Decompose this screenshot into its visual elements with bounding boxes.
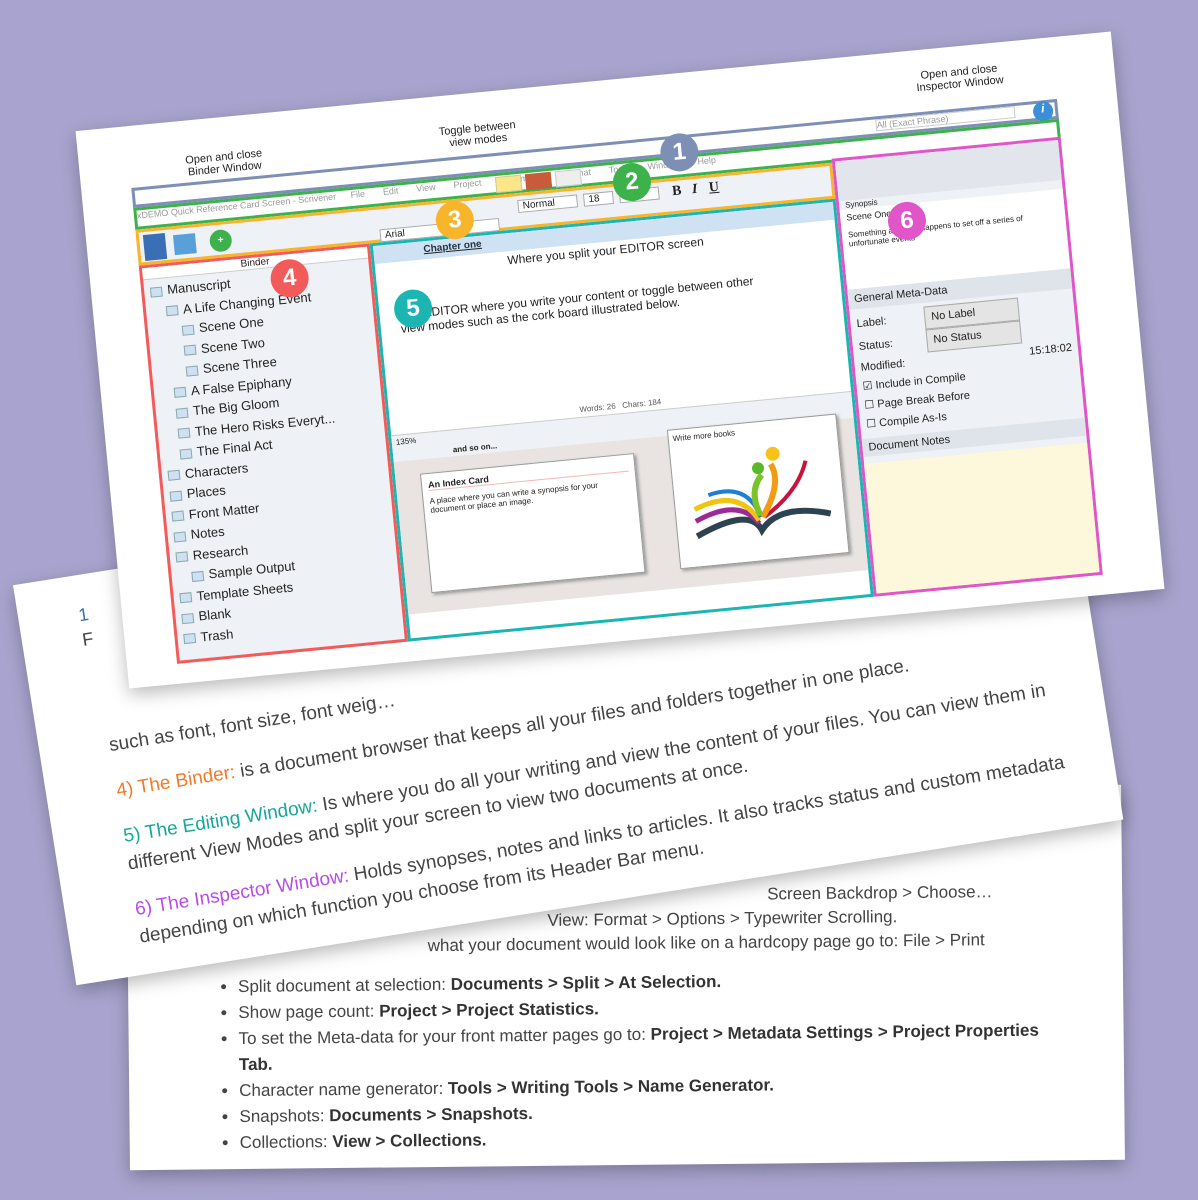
document-icon	[173, 531, 187, 543]
tip-text: Character name generator:	[239, 1078, 449, 1101]
meta-fields: Label: No Label Status: No Status Modified…	[849, 288, 1084, 439]
inspector-callout: Open and close Inspector Window	[916, 62, 1005, 95]
word-count: Words: 26	[579, 401, 617, 415]
document-icon	[175, 407, 189, 419]
binder-tree: Manuscript A Life Changing Event Scene One…	[143, 259, 404, 652]
book-logo-image	[693, 446, 832, 540]
document-icon	[181, 324, 195, 336]
tip-text: To set the Meta-data for your front matt…	[238, 1024, 651, 1049]
top-page-screenshot: Open and close Binder Window Toggle betw…	[75, 31, 1165, 689]
modified-label: Modified:	[860, 357, 906, 374]
document-icon	[181, 612, 195, 624]
editor-panel: Chapter one Where you split your EDITOR …	[369, 198, 874, 642]
view-mode-corkboard-button[interactable]	[524, 171, 553, 191]
inspector-panel: Synopsis Scene One Something amazing hap…	[831, 136, 1103, 597]
underline-button[interactable]: U	[708, 180, 720, 197]
tip-text: Collections:	[239, 1132, 333, 1153]
collections-icon[interactable]	[172, 233, 197, 256]
tip-menu-path: Project > Project Statistics.	[379, 999, 599, 1021]
scrivener-window: Open and close Binder Window Toggle betw…	[129, 63, 1103, 664]
style-select[interactable]: Normal	[517, 194, 579, 214]
binder-toggle-button[interactable]	[142, 233, 168, 262]
document-title[interactable]: Chapter one	[423, 239, 482, 256]
document-icon	[173, 386, 187, 398]
document-icon	[191, 570, 205, 582]
tip-text: Split document at selection:	[237, 974, 451, 997]
document-icon	[169, 490, 183, 502]
notes-area[interactable]	[864, 442, 1100, 594]
fragment: View: Format > Options > Typewriter Scro…	[547, 907, 898, 930]
document-icon	[149, 286, 163, 298]
menu-item[interactable]: View	[416, 182, 436, 194]
document-icon	[175, 551, 189, 563]
binder-item-label: Blank	[197, 605, 232, 624]
binder-item-label: Trash	[199, 625, 234, 644]
page-break-checkbox[interactable]: ☐	[864, 399, 875, 412]
view-mode-outline-button[interactable]	[554, 168, 583, 188]
size-select[interactable]: 18	[582, 190, 615, 207]
menu-item[interactable]: Help	[697, 155, 716, 167]
status-label: Status:	[858, 337, 894, 354]
document-icon	[179, 448, 193, 460]
menu-item[interactable]: Edit	[382, 185, 398, 196]
as-is-label: Compile As-Is	[878, 410, 948, 430]
tip-item: To set the Meta-data for your front matt…	[238, 1017, 1058, 1078]
document-icon	[177, 427, 191, 439]
document-icon	[179, 592, 193, 604]
fragment: what your document would look like on a …	[427, 930, 985, 956]
document-icon	[165, 305, 179, 317]
binder-heading: 4) The Binder:	[114, 761, 237, 802]
binder-item-label: Places	[186, 482, 227, 502]
italic-button[interactable]: I	[691, 182, 698, 198]
add-button[interactable]: +	[208, 228, 233, 253]
tip-menu-path: Documents > Split > At Selection.	[450, 971, 722, 994]
fragment: Screen Backdrop > Choose…	[767, 882, 993, 904]
menu-item[interactable]: Project	[453, 177, 482, 190]
index-card[interactable]: An Index Card A place where you can writ…	[419, 453, 646, 594]
tip-menu-path: View > Collections.	[332, 1130, 487, 1152]
section-number: 1	[76, 603, 90, 626]
document-icon	[167, 469, 181, 481]
char-count: Chars: 184	[621, 397, 662, 410]
tip-text: Show page count:	[238, 1001, 380, 1023]
binder-panel: Binder Manuscript A Life Changing Event Sc…	[138, 243, 409, 664]
view-mode-document-button[interactable]	[494, 174, 523, 194]
section-letter: F	[80, 628, 95, 650]
document-icon	[171, 510, 185, 522]
menu-item[interactable]: File	[350, 189, 365, 200]
binder-item-label: Manuscript	[166, 276, 232, 298]
tip-menu-path: Tools > Writing Tools > Name Generator.	[447, 1075, 774, 1098]
tip-menu-path: Documents > Snapshots.	[329, 1103, 533, 1126]
bold-button[interactable]: B	[671, 183, 682, 200]
image-card[interactable]: Write more books	[666, 413, 850, 570]
view-modes-callout: Toggle between view modes	[438, 118, 517, 150]
as-is-checkbox[interactable]: ☐	[866, 418, 877, 431]
document-icon	[183, 344, 197, 356]
document-icon	[183, 633, 197, 645]
tips-list: Split document at selection: Documents >…	[228, 965, 1060, 1156]
include-checkbox[interactable]: ☑	[862, 380, 873, 393]
document-icon	[185, 365, 199, 377]
tip-text: Snapshots:	[239, 1106, 330, 1127]
binder-item-label: Notes	[190, 523, 226, 542]
